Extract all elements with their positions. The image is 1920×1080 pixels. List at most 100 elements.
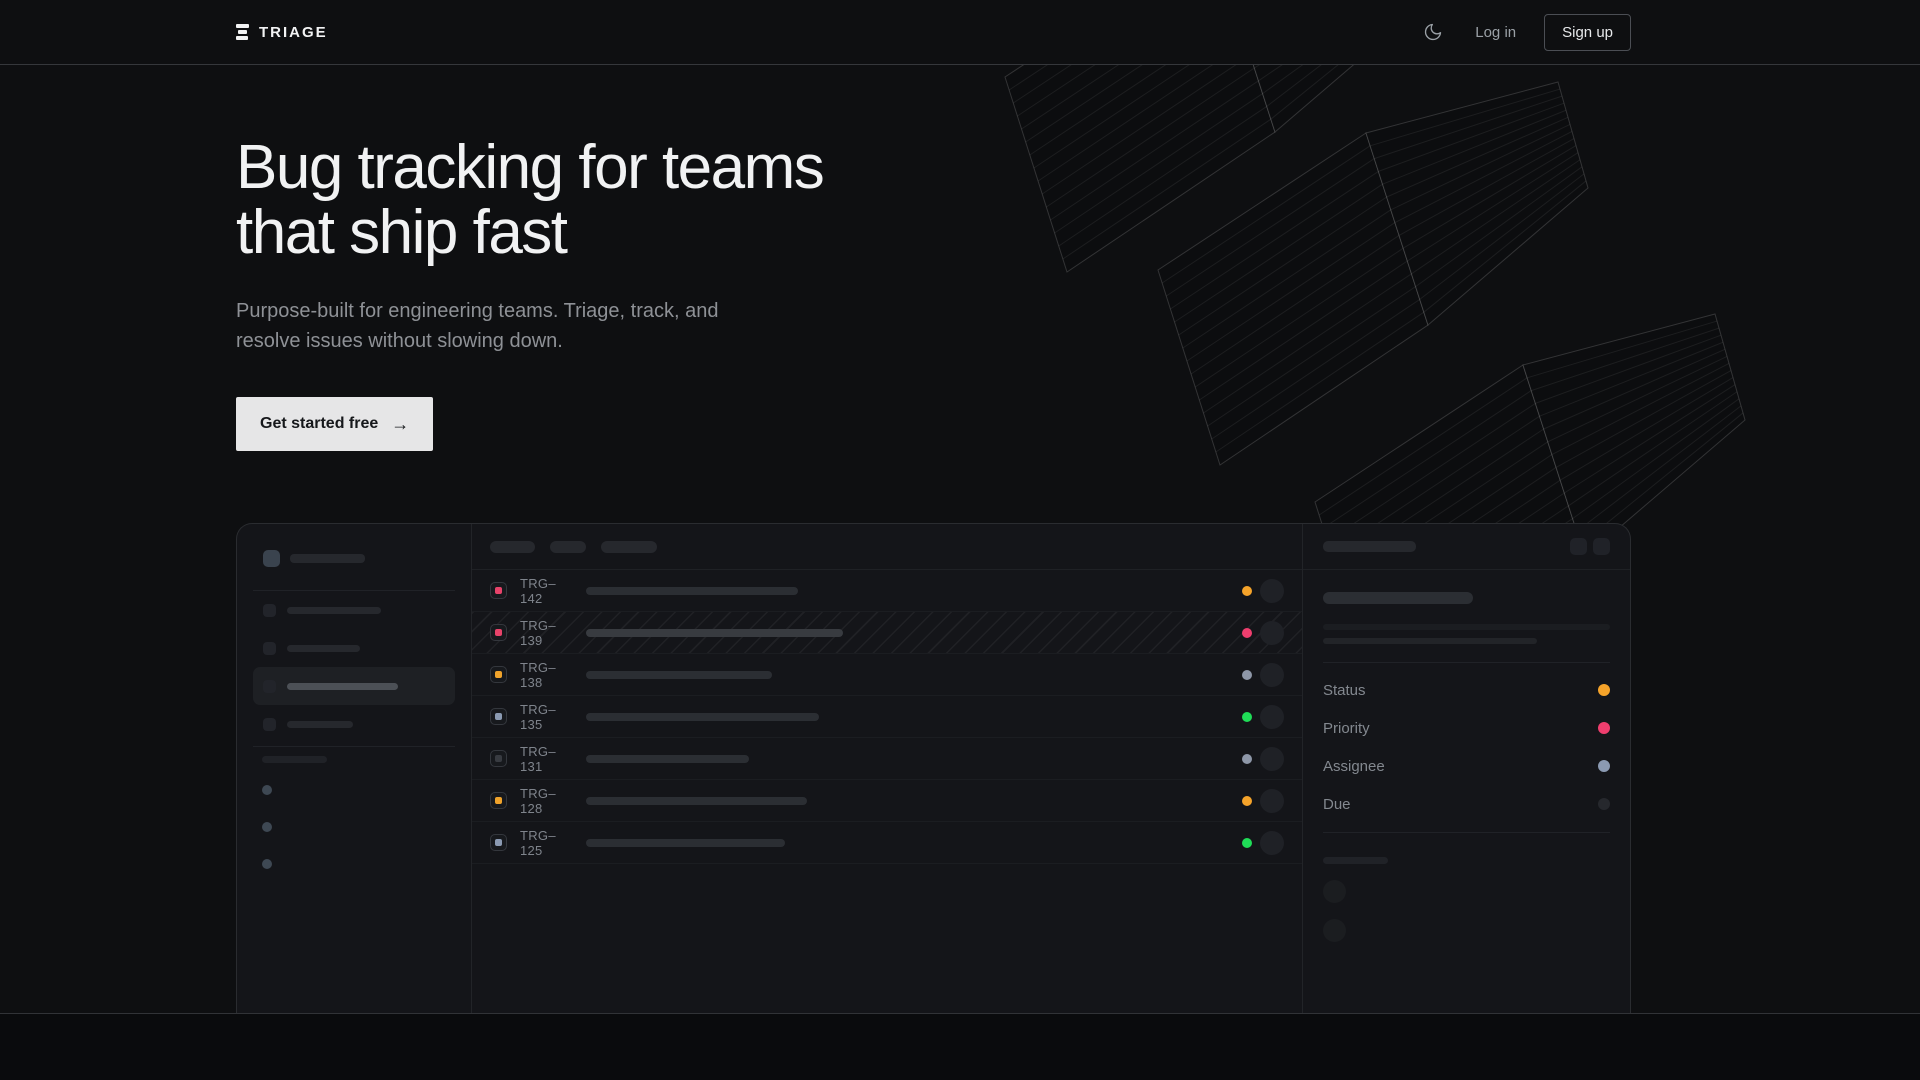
- sidebar-divider: [253, 746, 455, 747]
- brand-name: TRIAGE: [259, 24, 328, 41]
- logo-icon: [236, 24, 249, 40]
- issue-status-dot: [1242, 628, 1252, 638]
- detail-divider: [1323, 832, 1610, 833]
- issue-id: TRG–138: [520, 660, 576, 690]
- toolbar-filter-skeleton: [601, 541, 657, 553]
- sidebar-item-skeleton: [253, 629, 455, 667]
- issue-assignee-avatar: [1260, 579, 1284, 603]
- detail-label: Assignee: [1323, 758, 1385, 775]
- issue-row: TRG–138: [472, 654, 1302, 696]
- detail-section-skeleton: [1323, 857, 1388, 864]
- issue-row: TRG–128: [472, 780, 1302, 822]
- sidebar-item-label-skeleton: [287, 607, 381, 614]
- detail-header-skeleton: [1323, 541, 1416, 552]
- cta-label: Get started free: [260, 415, 378, 433]
- hero-section: Bug tracking for teams that ship fast Pu…: [0, 65, 1920, 1014]
- workspace-avatar-placeholder: [263, 550, 280, 567]
- issue-type-icon: [490, 624, 507, 641]
- theme-toggle-button[interactable]: [1419, 18, 1447, 46]
- issue-assignee-avatar: [1260, 705, 1284, 729]
- detail-panel-header: [1303, 524, 1630, 570]
- get-started-button[interactable]: Get started free →: [236, 397, 433, 451]
- sidebar-item-icon-placeholder: [263, 680, 276, 693]
- issue-status-dot: [1242, 796, 1252, 806]
- mock-detail-panel: Status Priority Assignee Due: [1303, 524, 1630, 1013]
- nav-inner: TRIAGE Log in Sign up: [236, 0, 1631, 64]
- sidebar-section-skeleton: [262, 756, 327, 763]
- issue-type-icon: [490, 792, 507, 809]
- nav-actions: Log in Sign up: [1419, 14, 1631, 51]
- sidebar-dot-placeholder: [262, 785, 272, 795]
- issue-assignee-avatar: [1260, 831, 1284, 855]
- sidebar-item-skeleton: [253, 591, 455, 629]
- issue-row: TRG–142: [472, 570, 1302, 612]
- sidebar-item-skeleton: [253, 705, 455, 743]
- mock-issue-list: TRG–142 TRG–139 TRG–138 TRG–135 TRG–131 …: [472, 524, 1303, 1013]
- sidebar-item-icon-placeholder: [263, 604, 276, 617]
- issue-type-icon: [490, 708, 507, 725]
- signup-button[interactable]: Sign up: [1544, 14, 1631, 51]
- sidebar-item-icon-placeholder: [263, 642, 276, 655]
- toolbar-filter-skeleton: [490, 541, 535, 553]
- page-title: Bug tracking for teams that ship fast: [236, 65, 1920, 265]
- detail-dot: [1598, 798, 1610, 810]
- issue-type-icon: [490, 750, 507, 767]
- arrow-right-icon: →: [391, 414, 409, 435]
- sidebar-item-label-skeleton: [287, 645, 360, 652]
- detail-rows: Status Priority Assignee Due: [1323, 671, 1610, 823]
- sidebar-item-label-skeleton: [287, 683, 398, 690]
- issue-assignee-avatar: [1260, 747, 1284, 771]
- sidebar-dot-placeholder: [262, 822, 272, 832]
- issue-title-skeleton: [586, 671, 772, 679]
- issue-row: TRG–125: [472, 822, 1302, 864]
- issue-type-icon: [490, 582, 507, 599]
- sidebar-item-skeleton-active: [253, 667, 455, 705]
- toolbar-filter-skeleton: [550, 541, 586, 553]
- workspace-name-skeleton: [290, 554, 365, 563]
- issue-assignee-avatar: [1260, 621, 1284, 645]
- detail-action-placeholder: [1570, 538, 1587, 555]
- detail-label: Status: [1323, 682, 1366, 699]
- headline-line-1: Bug tracking for teams: [236, 135, 1920, 200]
- issue-assignee-avatar: [1260, 663, 1284, 687]
- issue-status-dot: [1242, 712, 1252, 722]
- detail-label: Priority: [1323, 720, 1370, 737]
- brand-logo[interactable]: TRIAGE: [236, 24, 328, 41]
- issue-status-dot: [1242, 838, 1252, 848]
- issue-list-toolbar: [472, 524, 1302, 570]
- issue-type-icon: [490, 834, 507, 851]
- login-link[interactable]: Log in: [1475, 24, 1516, 41]
- detail-dot: [1598, 684, 1610, 696]
- detail-text-skeleton: [1323, 638, 1537, 644]
- detail-row: Status: [1323, 671, 1610, 709]
- mock-sidebar: [237, 524, 472, 1013]
- detail-dot: [1598, 760, 1610, 772]
- detail-row: Assignee: [1323, 747, 1610, 785]
- mock-workspace-header: [237, 524, 471, 567]
- issue-title-skeleton: [586, 755, 749, 763]
- detail-label: Due: [1323, 796, 1351, 813]
- sidebar-item-icon-placeholder: [263, 718, 276, 731]
- issue-type-icon: [490, 666, 507, 683]
- detail-text-skeleton: [1323, 624, 1610, 630]
- issue-row: TRG–139: [472, 612, 1302, 654]
- detail-panel-body: Status Priority Assignee Due: [1303, 592, 1630, 942]
- issue-status-dot: [1242, 754, 1252, 764]
- detail-divider: [1323, 662, 1610, 663]
- issue-row: TRG–135: [472, 696, 1302, 738]
- footer: [0, 1014, 1920, 1080]
- sidebar-dot-placeholder: [262, 859, 272, 869]
- detail-title-skeleton: [1323, 592, 1473, 604]
- moon-icon: [1423, 22, 1443, 42]
- issue-id: TRG–128: [520, 786, 576, 816]
- issue-id: TRG–142: [520, 576, 576, 606]
- issue-row: TRG–131: [472, 738, 1302, 780]
- issue-title-skeleton: [586, 629, 843, 637]
- detail-row: Priority: [1323, 709, 1610, 747]
- issue-id: TRG–135: [520, 702, 576, 732]
- issue-title-skeleton: [586, 839, 785, 847]
- issue-title-skeleton: [586, 797, 807, 805]
- hero-subtitle: Purpose-built for engineering teams. Tri…: [236, 296, 1920, 356]
- detail-row: Due: [1323, 785, 1610, 823]
- issue-id: TRG–131: [520, 744, 576, 774]
